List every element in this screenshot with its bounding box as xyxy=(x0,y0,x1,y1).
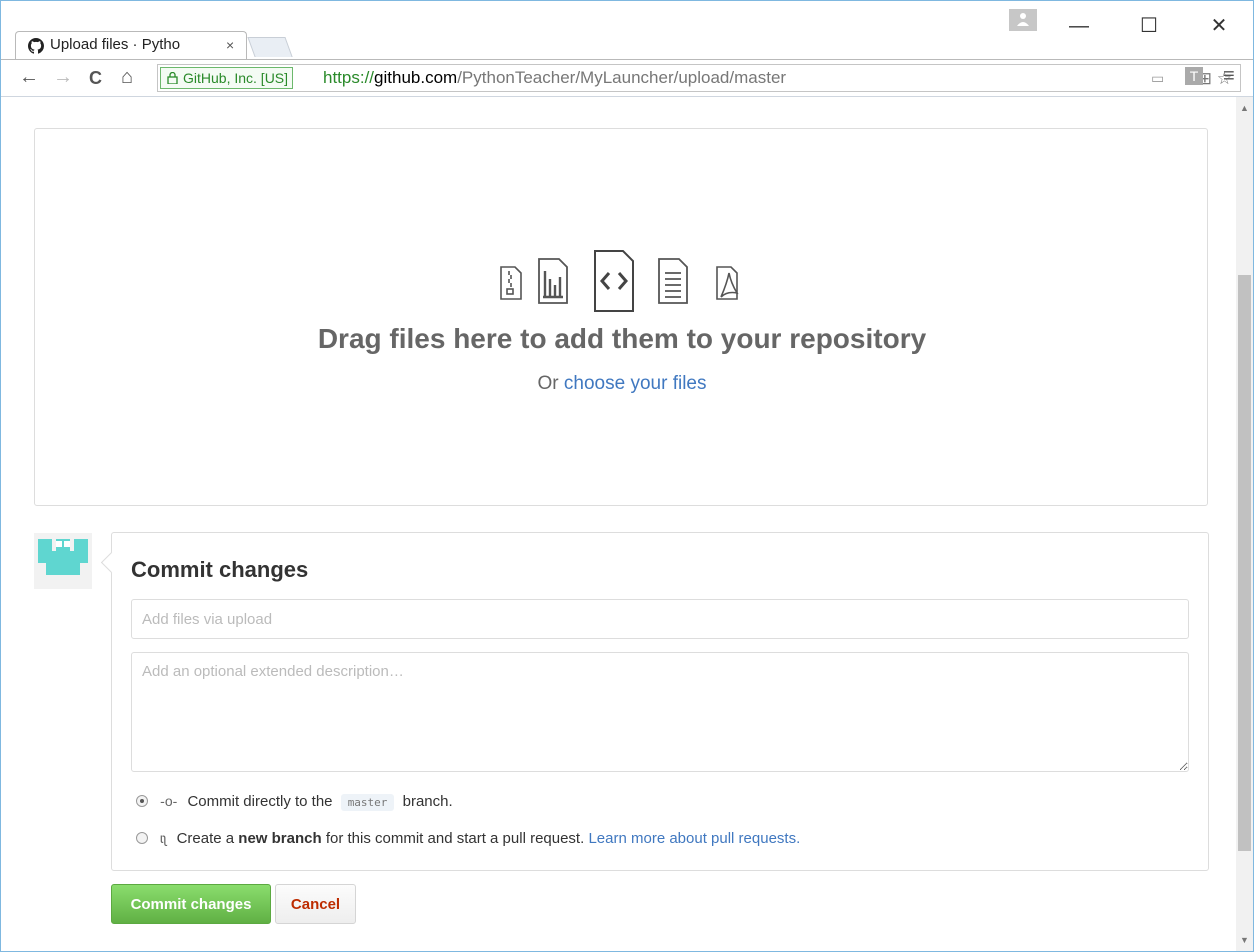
git-commit-icon: -o- xyxy=(160,793,178,809)
cast-icon[interactable]: ▭ xyxy=(1151,70,1164,87)
user-avatar xyxy=(34,533,92,589)
url-path: /PythonTeacher/MyLauncher/upload/master xyxy=(457,68,787,87)
scroll-down-arrow-icon[interactable]: ▼ xyxy=(1240,935,1249,945)
menu-icon[interactable]: ≡ xyxy=(1223,65,1235,88)
commit-direct-text: Commit directly to the xyxy=(187,793,333,810)
graph-icon xyxy=(538,258,568,304)
commit-direct-option[interactable]: -o- Commit directly to the master branch… xyxy=(136,793,453,811)
file-type-icons xyxy=(500,250,739,312)
dropzone-or: Or xyxy=(537,373,559,394)
new-branch-text-before: Create a xyxy=(176,830,235,847)
file-zip-icon xyxy=(500,266,522,300)
lock-icon xyxy=(167,72,178,84)
browser-toolbar: ← → C ⌂ GitHub, Inc. [US] https://github… xyxy=(1,59,1253,97)
person-icon xyxy=(1017,13,1029,26)
choose-files-link[interactable]: choose your files xyxy=(564,373,707,394)
back-arrow-icon[interactable]: ← xyxy=(19,66,39,89)
url-host: github.com xyxy=(374,68,458,87)
url-scheme: https:// xyxy=(323,68,375,87)
address-bar[interactable]: GitHub, Inc. [US] https://github.com/Pyt… xyxy=(157,64,1241,92)
ev-certificate-badge[interactable]: GitHub, Inc. [US] xyxy=(160,67,294,89)
close-window-button[interactable]: ✕ xyxy=(1199,11,1239,41)
github-octocat-icon xyxy=(28,38,44,54)
forward-arrow-icon[interactable]: → xyxy=(53,66,73,89)
pdf-icon xyxy=(716,266,739,300)
new-branch-option[interactable]: ɩ͏ʅ Create a new branch for this commit … xyxy=(136,830,800,847)
commit-summary-input[interactable] xyxy=(131,599,1189,639)
home-icon[interactable]: ⌂ xyxy=(121,66,133,89)
commit-form: Commit changes -o- Commit directly to th… xyxy=(111,532,1209,871)
commit-direct-radio[interactable] xyxy=(136,795,148,807)
commit-changes-button[interactable]: Commit changes xyxy=(111,884,271,924)
new-branch-text-after: for this commit and start a pull request… xyxy=(325,830,585,847)
browser-titlebar: Upload files · Pytho × — ☐ ✕ xyxy=(1,1,1253,59)
tab-close-icon[interactable]: × xyxy=(226,37,234,53)
reload-icon[interactable]: C xyxy=(89,68,102,89)
new-tab-button[interactable] xyxy=(247,37,293,57)
maximize-button[interactable]: ☐ xyxy=(1129,11,1169,41)
extension-t-icon[interactable]: T xyxy=(1185,67,1203,85)
cancel-button[interactable]: Cancel xyxy=(275,884,356,924)
scrollbar-thumb[interactable] xyxy=(1238,275,1251,851)
browser-tab[interactable]: Upload files · Pytho × xyxy=(15,31,247,59)
tab-title: Upload files · Pytho xyxy=(50,36,181,53)
commit-direct-suffix: branch. xyxy=(402,793,453,810)
dropzone-subtitle: Or choose your files xyxy=(35,373,1209,395)
profile-button[interactable] xyxy=(1009,9,1037,31)
page-content: Drag files here to add them to your repo… xyxy=(1,97,1235,951)
git-pull-request-icon: ɩ͏ʅ xyxy=(160,830,167,846)
file-dropzone[interactable]: Drag files here to add them to your repo… xyxy=(34,128,1208,506)
commit-heading: Commit changes xyxy=(131,557,309,582)
code-icon xyxy=(594,250,634,312)
branch-name-badge: master xyxy=(340,794,395,811)
learn-more-pull-requests-link[interactable]: Learn more about pull requests. xyxy=(588,830,800,847)
commit-description-input[interactable] xyxy=(131,652,1189,772)
new-branch-bold: new branch xyxy=(238,830,322,847)
ev-certificate-label: GitHub, Inc. [US] xyxy=(183,70,289,86)
url-text: https://github.com/PythonTeacher/MyLaunc… xyxy=(323,68,786,88)
text-file-icon xyxy=(658,258,688,304)
page-scrollbar[interactable]: ▲ ▼ xyxy=(1236,97,1253,951)
dropzone-title: Drag files here to add them to your repo… xyxy=(317,323,927,354)
minimize-button[interactable]: — xyxy=(1059,11,1099,41)
new-branch-radio[interactable] xyxy=(136,832,148,844)
scroll-up-arrow-icon[interactable]: ▲ xyxy=(1240,103,1249,113)
